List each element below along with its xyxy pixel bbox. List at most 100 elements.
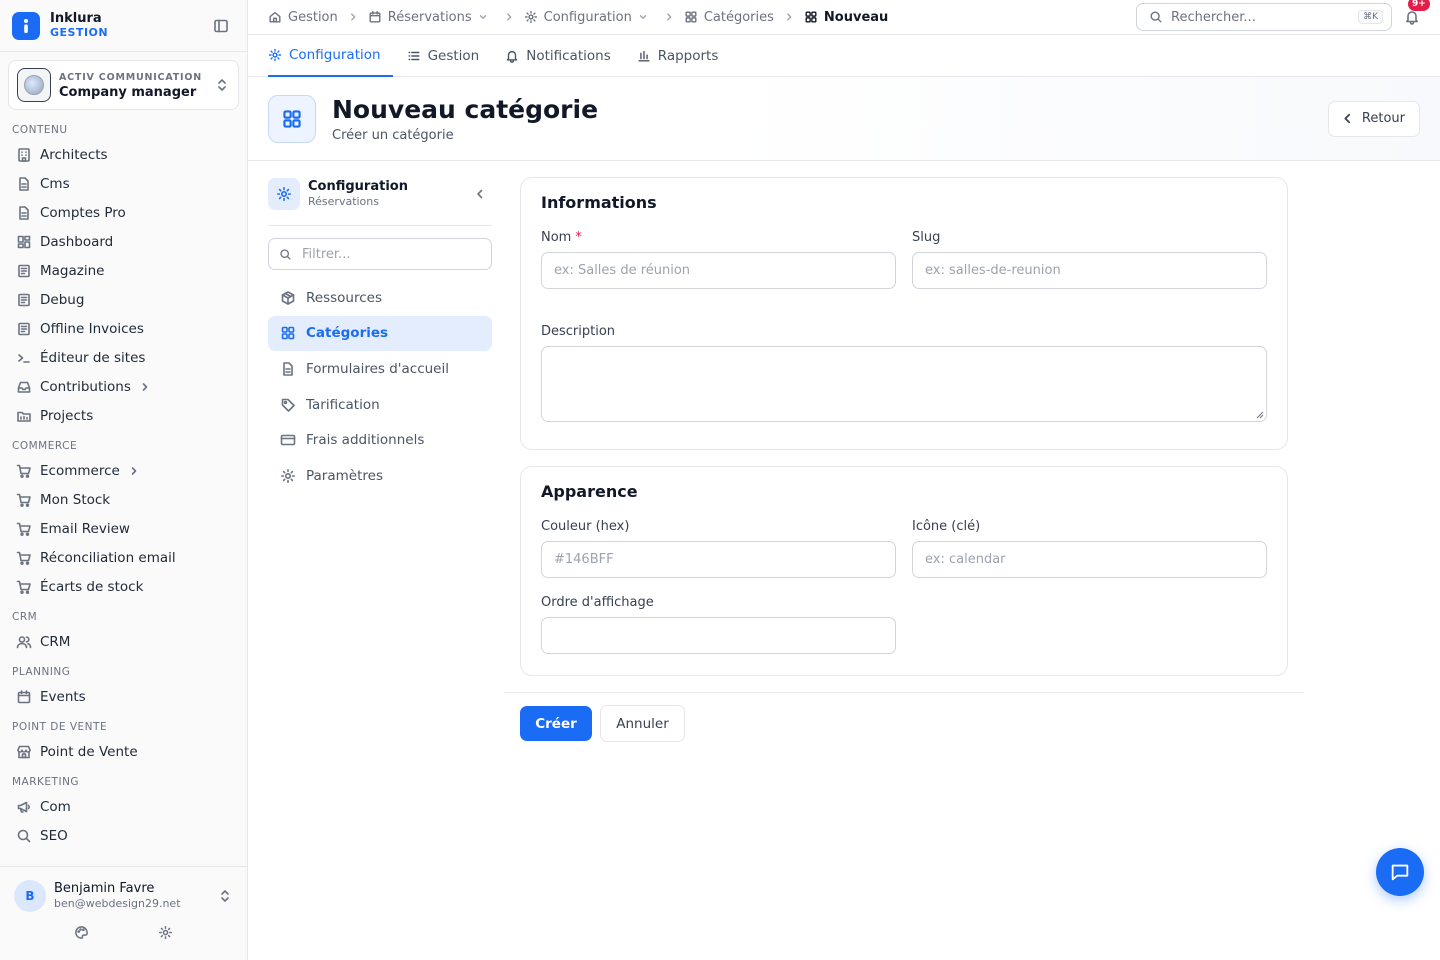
breadcrumb-current: Nouveau [804,10,888,25]
sidebar-item-label: Point de Vente [40,743,138,760]
breadcrumb-gestion[interactable]: Gestion [268,10,338,25]
sidebar-item-debug[interactable]: Debug [0,285,247,314]
icone-label: Icône (clé) [912,519,981,534]
building-icon [18,147,30,162]
back-button[interactable]: Retour [1327,100,1420,137]
sidebar-item-label: Projects [40,407,94,424]
sidebar-item-ecommerce[interactable]: Ecommerce [0,456,247,485]
sidebar-item-ecarts-de-stock[interactable]: Écarts de stock [0,572,247,601]
sidebar-item-mon-stock[interactable]: Mon Stock [0,485,247,514]
sidebar-item-label: Éditeur de sites [40,349,146,366]
layout-dashboard-icon [17,235,31,248]
config-subnav: Configuration Réservations Filtrer... Re… [268,177,492,494]
sidebar-item-reconciliation-email[interactable]: Réconciliation email [0,543,247,572]
subnav-item-label: Frais additionnels [306,432,425,449]
subnav-item-ressources[interactable]: Ressources [268,280,492,316]
sidebar-item-seo[interactable]: SEO [0,821,247,850]
breadcrumb-reservations[interactable]: Réservations [368,10,494,25]
subnav-item-parametres[interactable]: Paramètres [268,458,492,494]
gear-icon [281,468,295,483]
sidebar-toggle-button[interactable] [213,18,229,34]
sidebar-item-offline-invoices[interactable]: Offline Invoices [0,314,247,343]
breadcrumb-configuration[interactable]: Configuration [524,10,654,25]
org-avatar [17,68,51,102]
slug-input[interactable]: ex: salles-de-reunion [912,252,1267,289]
breadcrumb-label: Configuration [543,9,632,25]
inbox-icon [17,381,31,393]
user-menu[interactable]: B Benjamin Favre ben@webdesign29.net [0,867,247,925]
notifications-button[interactable]: 9+ [1404,0,1430,25]
informations-card: Informations Nom * ex: Salles de réunion … [520,177,1288,450]
subnav-item-label: Paramètres [306,467,383,484]
search-input[interactable]: Rechercher... ⌘K [1136,3,1392,31]
search-shortcut: ⌘K [1358,10,1383,24]
filter-input[interactable]: Filtrer... [268,238,492,270]
bell-icon [1406,11,1418,25]
tab-rapports[interactable]: Rapports [637,35,731,77]
calendar-icon [369,11,381,23]
theme-button[interactable] [74,925,89,940]
nav-section-commerce: COMMERCE [12,440,78,452]
user-name: Benjamin Favre [54,881,155,896]
shopping-cart-icon [16,464,31,478]
grid-icon [283,109,301,128]
breadcrumb-categories[interactable]: Catégories [684,10,774,25]
shopping-cart-icon [16,551,31,565]
sidebar-item-contributions[interactable]: Contributions [0,372,247,401]
card-title: Informations [541,193,657,212]
tab-configuration[interactable]: Configuration [268,35,393,77]
sidebar-item-dashboard[interactable]: Dashboard [0,227,247,256]
ordre-input[interactable] [541,617,896,654]
sidebar-item-editeur-de-sites[interactable]: Éditeur de sites [0,343,247,372]
sidebar-item-projects[interactable]: Projects [0,401,247,430]
org-label: ACTIV COMMUNICATION [59,72,202,83]
subnav-item-label: Catégories [306,325,389,342]
user-panel: B Benjamin Favre ben@webdesign29.net [0,866,247,960]
chevron-down-icon [479,15,486,19]
subnav-item-formulaires[interactable]: Formulaires d'accueil [268,351,492,387]
icone-input[interactable]: ex: calendar [912,541,1267,578]
couleur-label: Couleur (hex) [541,519,630,534]
cancel-button[interactable]: Annuler [600,705,685,742]
page-header: Nouveau catégorie Créer un catégorie Ret… [248,77,1440,161]
create-button[interactable]: Créer [520,706,592,741]
subnav-item-frais[interactable]: Frais additionnels [268,422,492,458]
sidebar-item-com[interactable]: Com [0,792,247,821]
grid-icon [685,11,697,23]
sidebar-item-email-review[interactable]: Email Review [0,514,247,543]
grid-icon [805,11,817,23]
chevron-down-icon [639,15,646,19]
description-textarea[interactable] [541,346,1267,422]
page-icon [268,94,316,143]
search-icon [17,829,31,842]
sidebar-item-point-de-vente[interactable]: Point de Vente [0,737,247,766]
sidebar-item-label: Debug [40,291,85,308]
subnav-item-tarification[interactable]: Tarification [268,387,492,423]
search-placeholder: Rechercher... [1171,9,1256,25]
sidebar-item-cms[interactable]: Cms [0,169,247,198]
sidebar-item-crm[interactable]: CRM [0,627,247,656]
settings-button[interactable] [158,925,173,940]
resize-handle-icon[interactable] [1256,411,1264,419]
nom-input[interactable]: ex: Salles de réunion [541,252,896,289]
brand-logo [12,11,40,40]
credit-card-icon [280,434,296,446]
nav-section-marketing: MARKETING [12,776,80,788]
tab-gestion[interactable]: Gestion [407,35,492,77]
apparence-card: Apparence Couleur (hex) #146BFF Icône (c… [520,466,1288,676]
breadcrumb-label: Catégories [703,9,774,25]
sidebar-item-comptes-pro[interactable]: Comptes Pro [0,198,247,227]
icone-placeholder: ex: calendar [925,552,1006,567]
subnav-collapse-button[interactable] [474,188,486,200]
gear-icon [524,10,537,24]
sidebar-item-architects[interactable]: Architects [0,140,247,169]
subnav-item-categories[interactable]: Catégories [268,315,492,352]
chevron-right-icon [506,13,511,21]
list-icon [408,51,420,61]
org-switcher[interactable]: ACTIV COMMUNICATION Company manager [8,60,239,110]
couleur-input[interactable]: #146BFF [541,541,896,578]
sidebar-item-events[interactable]: Events [0,682,247,711]
tab-notifications[interactable]: Notifications [505,35,623,77]
chat-button[interactable] [1376,848,1424,896]
sidebar-item-magazine[interactable]: Magazine [0,256,247,285]
